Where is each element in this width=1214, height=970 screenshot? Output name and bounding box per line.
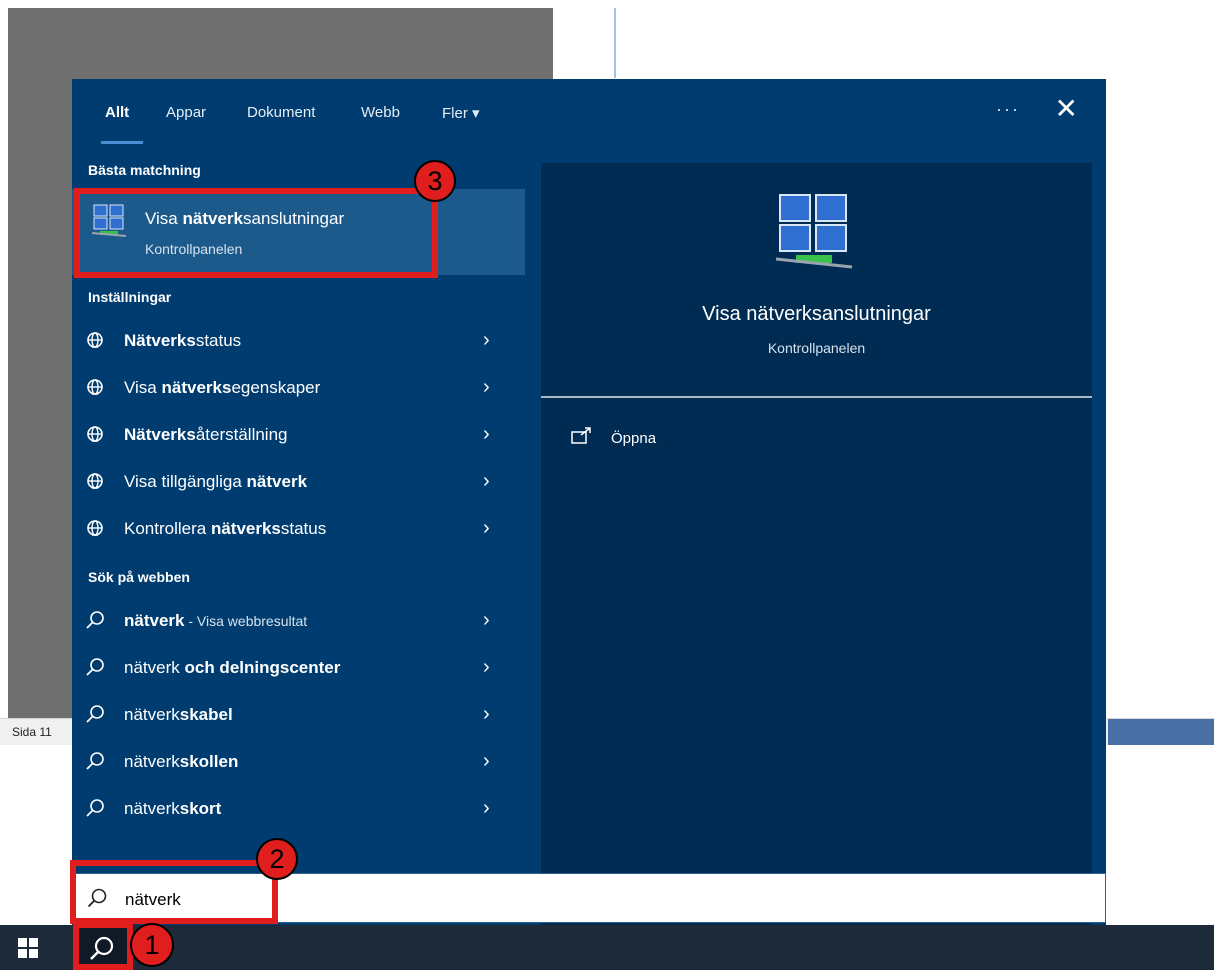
active-tab-indicator (101, 141, 143, 144)
web-result-label: nätverk och delningscenter (124, 658, 341, 677)
tab-more[interactable]: Fler ▾ (442, 104, 480, 122)
step-badge-2: 2 (256, 838, 298, 880)
web-result-cable[interactable]: nätverkskabel › (72, 692, 525, 739)
highlight-search-button (73, 922, 133, 970)
settings-item-label: Nätverksstatus (124, 331, 242, 350)
best-match-heading: Bästa matchning (88, 162, 201, 178)
chevron-right-icon: › (483, 797, 490, 819)
highlight-search-box (70, 860, 278, 924)
search-icon (86, 798, 104, 818)
windows-start-button[interactable] (14, 937, 48, 959)
search-icon (86, 657, 104, 677)
tab-apps[interactable]: Appar (166, 104, 206, 121)
chevron-right-icon: › (483, 470, 490, 492)
result-preview-pane: Visa nätverksanslutningar Kontrollpanele… (541, 163, 1092, 925)
settings-item-network-properties[interactable]: Visa nätverksegenskaper › (72, 365, 525, 412)
settings-item-network-status[interactable]: Nätverksstatus › (72, 318, 525, 365)
more-options-button[interactable]: ··· (996, 99, 1020, 120)
text-cursor (614, 8, 616, 78)
web-result-label: nätverk - Visa webbresultat (124, 611, 308, 630)
web-search-heading: Sök på webben (88, 569, 190, 585)
web-result-web[interactable]: nätverk - Visa webbresultat › (72, 598, 525, 645)
windows-logo-icon (18, 938, 27, 947)
tab-web[interactable]: Webb (361, 104, 400, 121)
chevron-right-icon: › (483, 517, 490, 539)
web-result-label: nätverkskollen (124, 752, 239, 771)
settings-item-label: Kontrollera nätverksstatus (124, 519, 327, 538)
web-result-label: nätverkskabel (124, 705, 233, 724)
settings-item-label: Visa tillgängliga nätverk (124, 472, 308, 491)
preview-subtitle: Kontrollpanelen (767, 340, 866, 356)
step-badge-1: 1 (130, 923, 174, 967)
close-button[interactable]: ✕ (1055, 95, 1078, 123)
tab-all[interactable]: Allt (105, 104, 129, 121)
settings-heading: Inställningar (88, 289, 172, 305)
chevron-right-icon: › (483, 750, 490, 772)
open-external-icon (571, 427, 593, 450)
chevron-right-icon: › (483, 609, 490, 631)
globe-icon (86, 377, 104, 397)
status-bar-accent (1108, 719, 1214, 745)
network-connections-icon (774, 193, 854, 278)
settings-item-available-networks[interactable]: Visa tillgängliga nätverk › (72, 459, 525, 506)
globe-icon (86, 471, 104, 491)
settings-item-check-network-status[interactable]: Kontrollera nätverksstatus › (72, 506, 525, 553)
search-icon (86, 704, 104, 724)
settings-item-label: Nätverksåterställning (124, 425, 288, 444)
globe-icon (86, 518, 104, 538)
step-badge-3: 3 (414, 160, 456, 202)
globe-icon (86, 424, 104, 444)
page-indicator[interactable]: Sida 11 (12, 725, 52, 739)
settings-item-network-reset[interactable]: Nätverksåterställning › (72, 412, 525, 459)
highlight-best-match (74, 188, 438, 278)
search-icon (86, 751, 104, 771)
web-result-label: nätverkskort (124, 799, 222, 818)
chevron-right-icon: › (483, 329, 490, 351)
search-icon (86, 610, 104, 630)
tab-documents[interactable]: Dokument (247, 104, 315, 121)
preview-title: Visa nätverksanslutningar (702, 303, 931, 325)
web-result-kollen[interactable]: nätverkskollen › (72, 739, 525, 786)
globe-icon (86, 330, 104, 350)
settings-item-label: Visa nätverksegenskaper (124, 378, 321, 397)
web-result-card[interactable]: nätverkskort › (72, 786, 525, 833)
chevron-right-icon: › (483, 376, 490, 398)
taskbar (0, 925, 1214, 970)
preview-divider (541, 396, 1092, 398)
search-tabs: Allt Appar Dokument Webb Fler ▾ ··· ✕ (72, 79, 1106, 149)
chevron-right-icon: › (483, 423, 490, 445)
web-result-sharing-center[interactable]: nätverk och delningscenter › (72, 645, 525, 692)
chevron-right-icon: › (483, 656, 490, 678)
chevron-right-icon: › (483, 703, 490, 725)
open-label: Öppna (611, 430, 657, 447)
